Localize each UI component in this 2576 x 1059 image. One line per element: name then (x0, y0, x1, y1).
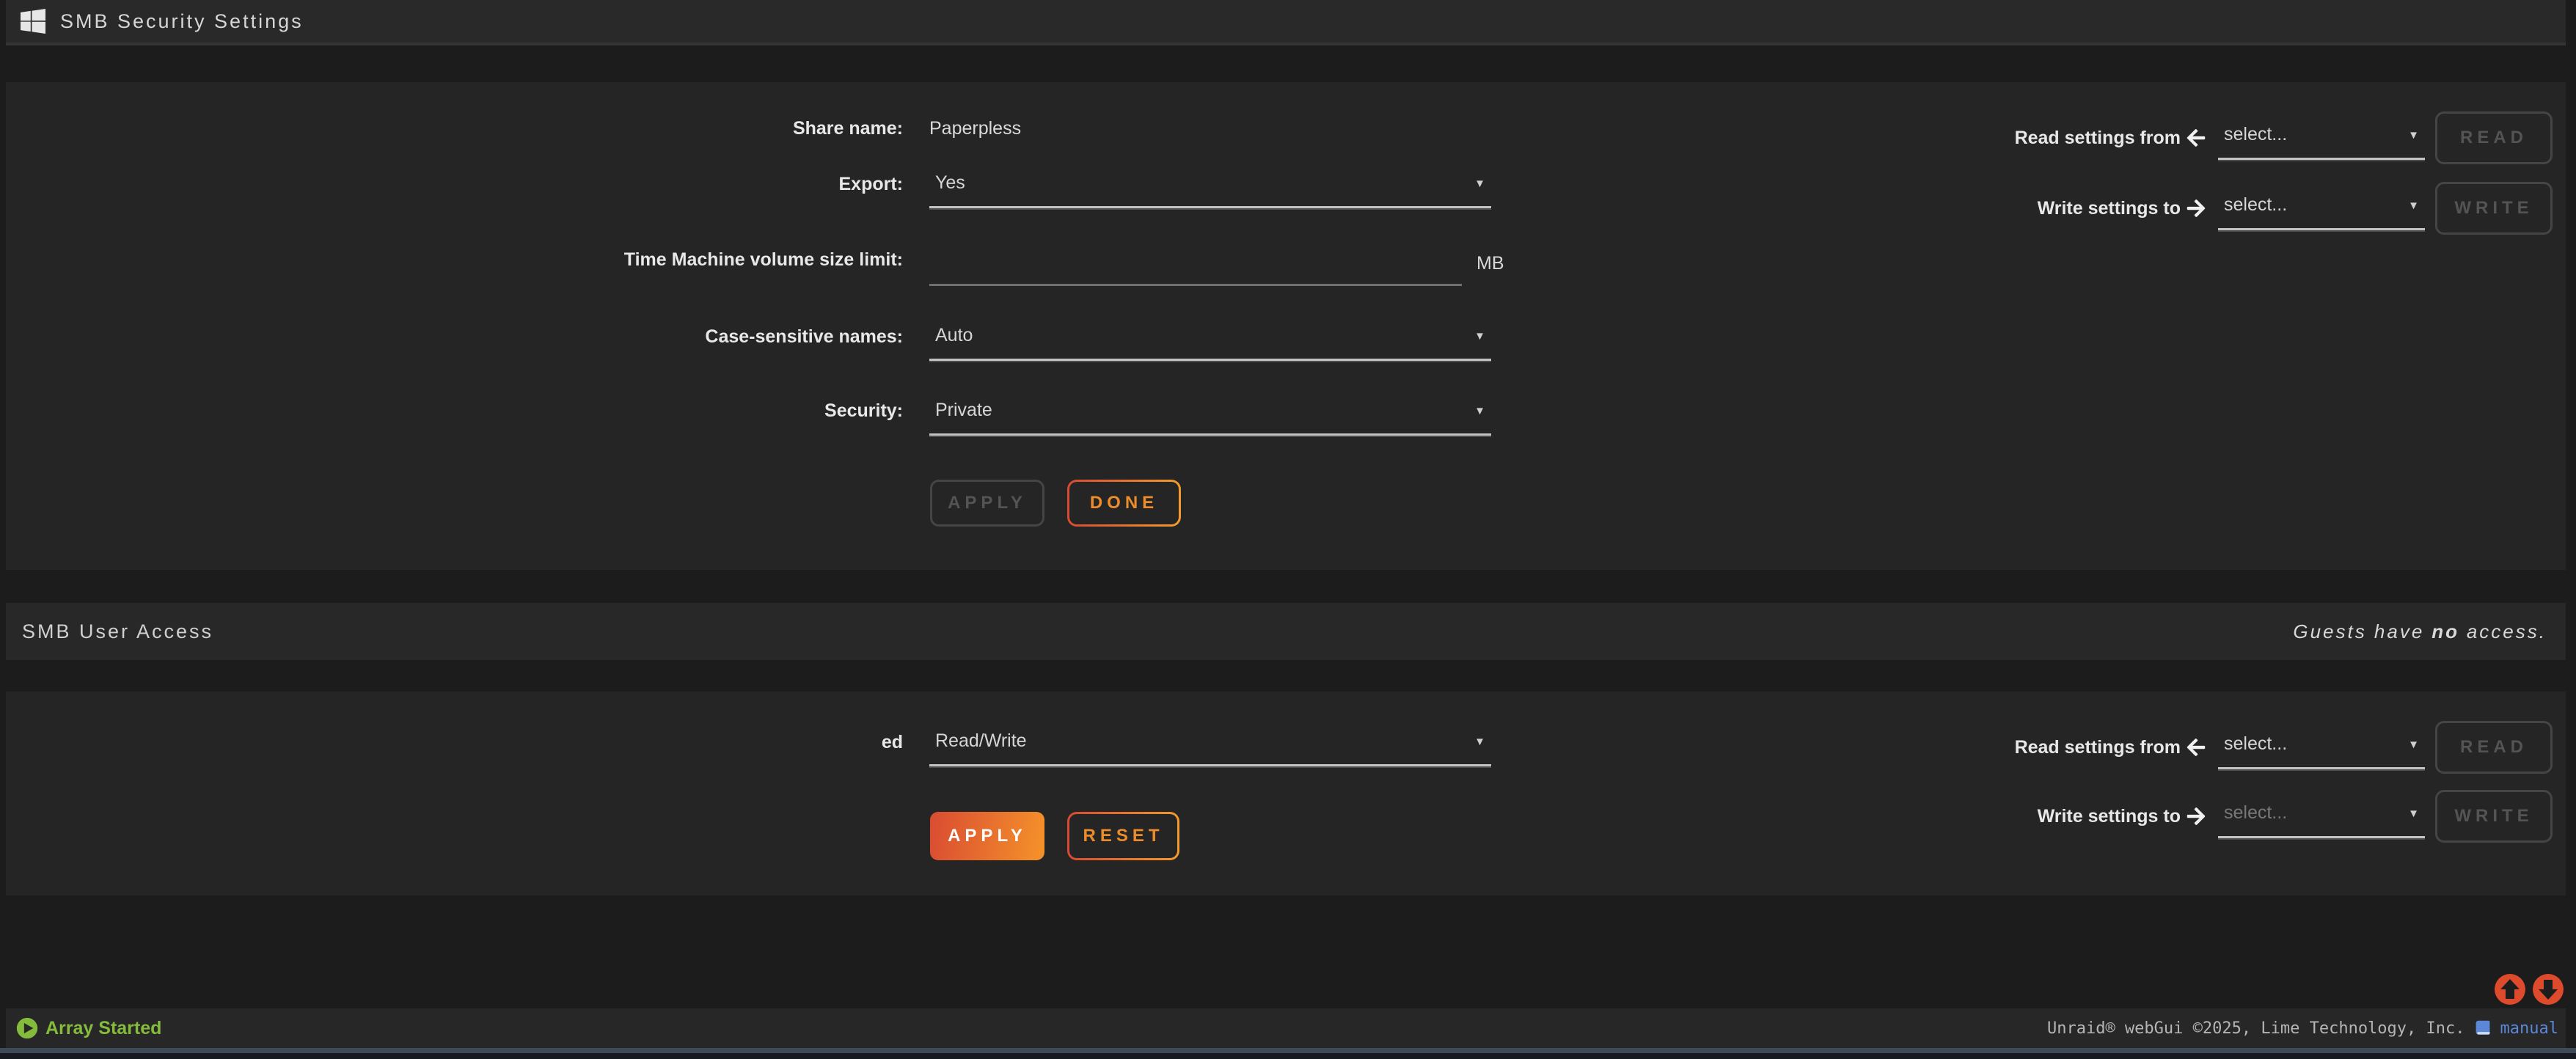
read-button-top[interactable]: READ (2435, 111, 2553, 164)
bottom-divider (0, 1048, 2576, 1053)
read-source-select-value: select... (2224, 119, 2287, 158)
write-target-select-value: select... (2224, 797, 2287, 836)
read-settings-label-top: Read settings from (1887, 127, 2181, 149)
manual-link[interactable]: manual (2500, 1019, 2558, 1038)
read-settings-label-bottom: Read settings from (1887, 736, 2181, 758)
smb-security-panel: Share name: Paperpless Export: Yes ▼ Tim… (6, 82, 2566, 570)
play-circle-icon (16, 1017, 38, 1039)
read-source-select-value: select... (2224, 728, 2287, 767)
bottom-strip (0, 1053, 2576, 1059)
scroll-top-button[interactable] (2494, 973, 2526, 1005)
write-settings-label-top: Write settings to (1887, 197, 2181, 219)
caret-down-icon: ▼ (1474, 395, 1485, 433)
user-access-panel: ed Read/Write ▼ APPLY RESET Read setting… (6, 692, 2566, 895)
guests-note-bold: no (2432, 620, 2459, 642)
guests-note-suffix: access. (2467, 620, 2547, 642)
user-ed-access-value: Read/Write (935, 725, 1027, 764)
book-icon (2474, 1019, 2492, 1037)
guests-note: Guests have no access. (2293, 603, 2547, 660)
tm-limit-input[interactable] (929, 245, 1462, 286)
done-button[interactable]: DONE (1067, 480, 1181, 527)
caret-down-icon: ▼ (1474, 725, 1485, 764)
apply-button[interactable]: APPLY (930, 812, 1044, 860)
arrow-right-icon (2186, 198, 2206, 219)
reset-button[interactable]: RESET (1067, 812, 1179, 860)
footer-bar: Array Started Unraid® webGui ©2025, Lime… (6, 1008, 2566, 1048)
security-select[interactable]: Private ▼ (929, 395, 1491, 436)
page: SMB Security Settings Share name: Paperp… (0, 0, 2576, 1059)
copyright-text: Unraid® webGui ©2025, Lime Technology, I… (2047, 1019, 2465, 1038)
caret-down-icon: ▼ (2408, 189, 2419, 228)
share-name-label: Share name: (6, 117, 903, 139)
arrow-right-icon (2186, 806, 2206, 827)
arrow-left-icon (2186, 737, 2206, 758)
caret-down-icon: ▼ (2408, 797, 2419, 836)
arrow-left-icon (2186, 128, 2206, 148)
tm-limit-label: Time Machine volume size limit: (6, 249, 903, 271)
footer-right: Unraid® webGui ©2025, Lime Technology, I… (2047, 1019, 2558, 1038)
user-ed-access-select[interactable]: Read/Write ▼ (929, 725, 1491, 766)
caret-down-icon: ▼ (1474, 320, 1485, 359)
tm-limit-unit: MB (1477, 252, 1504, 274)
arrow-circle-up-icon (2494, 997, 2526, 1008)
write-target-select-bottom[interactable]: select... ▼ (2218, 797, 2425, 838)
write-target-select-top[interactable]: select... ▼ (2218, 189, 2425, 230)
read-source-select-top[interactable]: select... ▼ (2218, 119, 2425, 160)
scroll-bottom-button[interactable] (2532, 973, 2564, 1005)
apply-button-disabled[interactable]: APPLY (930, 480, 1044, 527)
caret-down-icon: ▼ (1474, 167, 1485, 206)
user-access-titlebar: SMB User Access Guests have no access. (6, 603, 2566, 660)
user-access-title: SMB User Access (22, 603, 213, 660)
caret-down-icon: ▼ (2408, 119, 2419, 158)
write-target-select-value: select... (2224, 189, 2287, 228)
export-select-value: Yes (935, 167, 965, 206)
security-label: Security: (6, 400, 903, 422)
user-ed-label: ed (6, 731, 903, 753)
read-source-select-bottom[interactable]: select... ▼ (2218, 728, 2425, 769)
write-settings-label-bottom: Write settings to (1887, 805, 2181, 827)
read-button-bottom[interactable]: READ (2435, 721, 2553, 774)
windows-icon (21, 9, 45, 34)
arrow-circle-down-icon (2532, 997, 2564, 1008)
scroll-controls (2494, 973, 2564, 1005)
share-name-value: Paperpless (929, 117, 1021, 139)
page-titlebar: SMB Security Settings (6, 0, 2566, 45)
security-select-value: Private (935, 395, 992, 433)
export-select[interactable]: Yes ▼ (929, 167, 1491, 208)
write-button-top[interactable]: WRITE (2435, 182, 2553, 235)
page-title: SMB Security Settings (60, 10, 304, 33)
case-sensitive-select[interactable]: Auto ▼ (929, 320, 1491, 361)
case-sensitive-select-value: Auto (935, 320, 973, 359)
export-label: Export: (6, 173, 903, 195)
reset-button-label: RESET (1069, 814, 1177, 858)
done-button-label: DONE (1069, 482, 1179, 524)
array-status-text: Array Started (45, 1018, 161, 1039)
write-button-bottom[interactable]: WRITE (2435, 790, 2553, 843)
array-status: Array Started (16, 1017, 161, 1039)
case-sensitive-label: Case-sensitive names: (6, 326, 903, 348)
caret-down-icon: ▼ (2408, 728, 2419, 767)
guests-note-prefix: Guests have (2293, 620, 2424, 642)
